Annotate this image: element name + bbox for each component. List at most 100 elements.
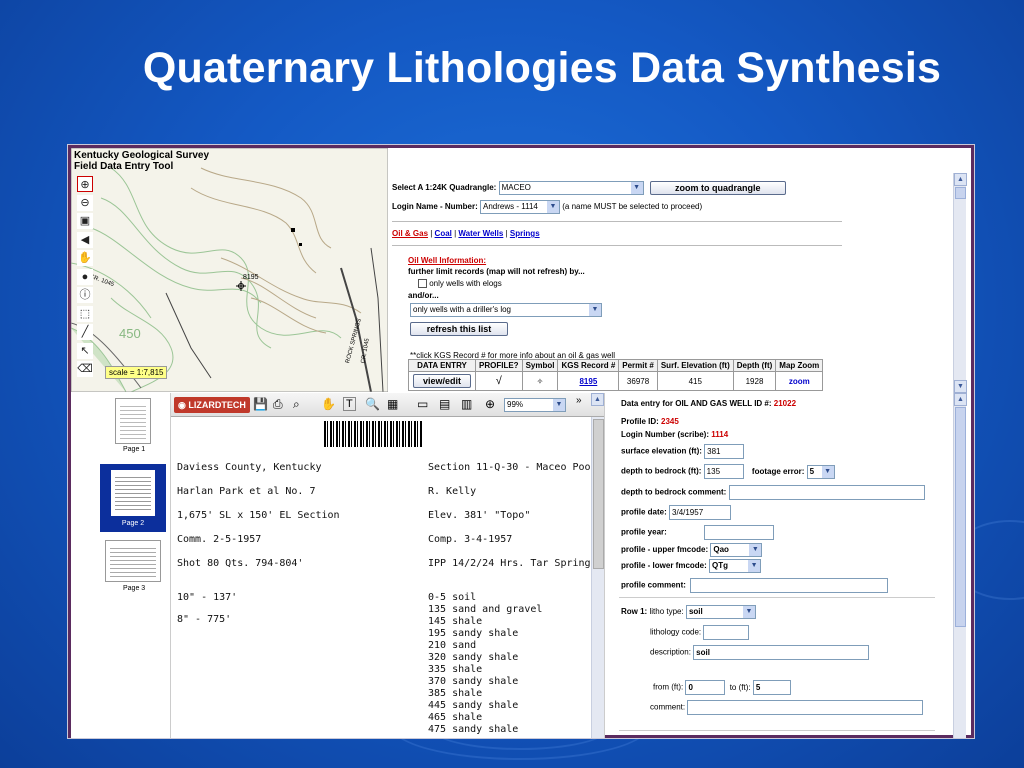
- from-input[interactable]: 0: [685, 680, 726, 695]
- zoom-in-icon[interactable]: ⊕: [485, 397, 495, 411]
- zoom-icon[interactable]: 🔍: [365, 397, 380, 411]
- footage-error-select[interactable]: 5 ▼: [806, 464, 835, 479]
- scroll-up-icon[interactable]: ▲: [954, 173, 967, 186]
- scroll-down-icon[interactable]: ▼: [954, 380, 967, 393]
- profile-date-label: profile date:: [621, 507, 667, 517]
- scroll-thumb[interactable]: [955, 407, 966, 627]
- zoom-out-icon[interactable]: ⊖: [77, 194, 93, 211]
- full-extent-icon[interactable]: ▣: [77, 213, 93, 229]
- profile-year-input[interactable]: [704, 525, 775, 540]
- tab-oil-gas[interactable]: Oil & Gas: [392, 229, 428, 238]
- form-scrollbar[interactable]: ▲: [953, 393, 967, 738]
- log-line: 475 sandy shale: [428, 724, 519, 735]
- divider: [619, 597, 935, 598]
- info-icon[interactable]: ⓘ: [77, 287, 93, 303]
- divider: [392, 221, 842, 222]
- doc-line: 8" - 775': [177, 614, 232, 625]
- pointer-icon[interactable]: ↖: [77, 342, 93, 359]
- surface-elevation-input[interactable]: 381: [704, 444, 745, 459]
- find-icon[interactable]: ⌕: [293, 397, 300, 412]
- map-title: Kentucky Geological Survey Field Data En…: [74, 150, 209, 172]
- tab-coal[interactable]: Coal: [435, 229, 452, 238]
- scroll-thumb[interactable]: [955, 187, 966, 199]
- doc-line: Comm. 2-5-1957: [177, 534, 262, 545]
- zoom-to-quadrangle-button[interactable]: zoom to quadrangle: [649, 181, 786, 195]
- from-label: from (ft):: [653, 682, 684, 692]
- document-viewer: Page 1 Page 2 Page 3 ◉ LIZARDTECH 💾 ⎙ ⌕ …: [71, 393, 604, 738]
- single-page-icon[interactable]: ▭: [417, 397, 428, 411]
- profile-comment-input[interactable]: [690, 578, 889, 593]
- chevron-down-icon: ▼: [748, 560, 761, 572]
- tab-water-wells[interactable]: Water Wells: [458, 229, 503, 238]
- depth-to-bedrock-input[interactable]: 135: [703, 464, 744, 479]
- doc-line: 10" - 137': [177, 592, 238, 603]
- scroll-up-icon[interactable]: ▲: [591, 393, 604, 406]
- top-scrollbar[interactable]: ▲ ▼: [953, 173, 967, 393]
- page-thumbnail-1[interactable]: [115, 398, 151, 444]
- print-icon[interactable]: ⎙: [273, 397, 283, 412]
- description-input[interactable]: soil: [693, 645, 870, 660]
- chevron-down-icon: ▼: [821, 465, 834, 478]
- lizardtech-logo-text: LIZARDTECH: [188, 400, 246, 410]
- select-icon[interactable]: ⬚: [77, 305, 93, 322]
- back-icon[interactable]: ◀: [77, 231, 93, 248]
- text-select-icon[interactable]: T: [343, 397, 356, 411]
- scroll-thumb[interactable]: [593, 419, 604, 569]
- permit-cell: 36978: [618, 371, 658, 391]
- footage-error-label: footage error:: [751, 466, 805, 476]
- map-scale: scale = 1:7,815: [105, 366, 168, 379]
- screenshot-frame: Kentucky Geological Survey Field Data En…: [68, 145, 974, 738]
- elogs-checkbox[interactable]: [418, 279, 427, 289]
- chevron-down-icon: ▼: [630, 182, 643, 194]
- zoom-link[interactable]: zoom: [789, 377, 810, 386]
- doc-line: Shot 80 Qts. 794-804': [177, 558, 304, 569]
- map-panel[interactable]: Kentucky Geological Survey Field Data En…: [71, 148, 388, 392]
- tab-springs[interactable]: Springs: [510, 229, 540, 238]
- topo-map: [71, 148, 388, 392]
- litho-type-select[interactable]: soil ▼: [685, 605, 756, 619]
- zoom-level-select[interactable]: 99% ▼: [504, 398, 566, 412]
- chevron-down-icon: ▼: [742, 606, 755, 618]
- lower-fmcode-label: profile - lower fmcode:: [621, 561, 707, 571]
- continuous-icon[interactable]: ▤: [439, 397, 450, 411]
- lower-fmcode-select[interactable]: QTg ▼: [709, 559, 762, 573]
- view-edit-button[interactable]: view/edit: [413, 374, 471, 388]
- eraser-icon[interactable]: ⌫: [77, 361, 93, 377]
- save-icon[interactable]: 💾: [253, 397, 268, 411]
- upper-fmcode-select[interactable]: Qao ▼: [710, 543, 763, 557]
- profile-id-label: Profile ID:: [621, 417, 659, 426]
- column-header: KGS Record #: [557, 359, 620, 372]
- doc-line: Harlan Park et al No. 7: [177, 486, 316, 497]
- to-input[interactable]: 5: [752, 680, 791, 695]
- page-thumbnail-2[interactable]: Page 2: [100, 464, 166, 532]
- doc-line: R. Kelly: [428, 486, 477, 497]
- more-tools-icon[interactable]: »: [576, 395, 582, 406]
- column-header: Surf. Elevation (ft): [656, 359, 734, 372]
- facing-pages-icon[interactable]: ▥: [461, 397, 472, 411]
- quad-select[interactable]: MACEO ▼: [498, 181, 644, 195]
- fit-page-icon[interactable]: ▦: [387, 397, 398, 411]
- drillers-log-select[interactable]: only wells with a driller's log ▼: [410, 303, 602, 317]
- identify-icon[interactable]: ●: [77, 268, 93, 285]
- table-header-row: DATA ENTRY PROFILE? Symbol KGS Record # …: [408, 359, 824, 372]
- page-thumbnails: Page 1 Page 2 Page 3: [71, 393, 171, 738]
- zoom-in-icon[interactable]: ⊕: [77, 176, 93, 192]
- pan-icon[interactable]: ✋: [321, 397, 336, 411]
- page-thumbnail-3[interactable]: [105, 540, 161, 582]
- well-id-value: 21022: [773, 399, 797, 408]
- kgs-record-link[interactable]: 8195: [579, 377, 597, 386]
- column-header: DATA ENTRY: [408, 359, 476, 372]
- bedrock-comment-input[interactable]: [728, 485, 925, 500]
- profile-date-input[interactable]: 3/4/1957: [669, 505, 732, 520]
- lithology-code-input[interactable]: [703, 625, 750, 640]
- map-toolbar: ⊕ ⊖ ▣ ◀ ✋ ● ⓘ ⬚ ╱ ↖ ⌫: [77, 176, 95, 380]
- scroll-up-icon[interactable]: ▲: [954, 393, 967, 406]
- pan-icon[interactable]: ✋: [77, 250, 93, 266]
- scanned-well-log: Daviess County, Kentucky Harlan Park et …: [174, 417, 594, 738]
- row-comment-input[interactable]: [687, 700, 924, 715]
- refresh-list-button[interactable]: refresh this list: [410, 322, 508, 336]
- login-select[interactable]: Andrews - 1114 ▼: [480, 200, 561, 214]
- log-line: 320 sandy shale: [428, 652, 519, 663]
- measure-icon[interactable]: ╱: [77, 324, 93, 340]
- viewer-scrollbar[interactable]: [591, 417, 604, 738]
